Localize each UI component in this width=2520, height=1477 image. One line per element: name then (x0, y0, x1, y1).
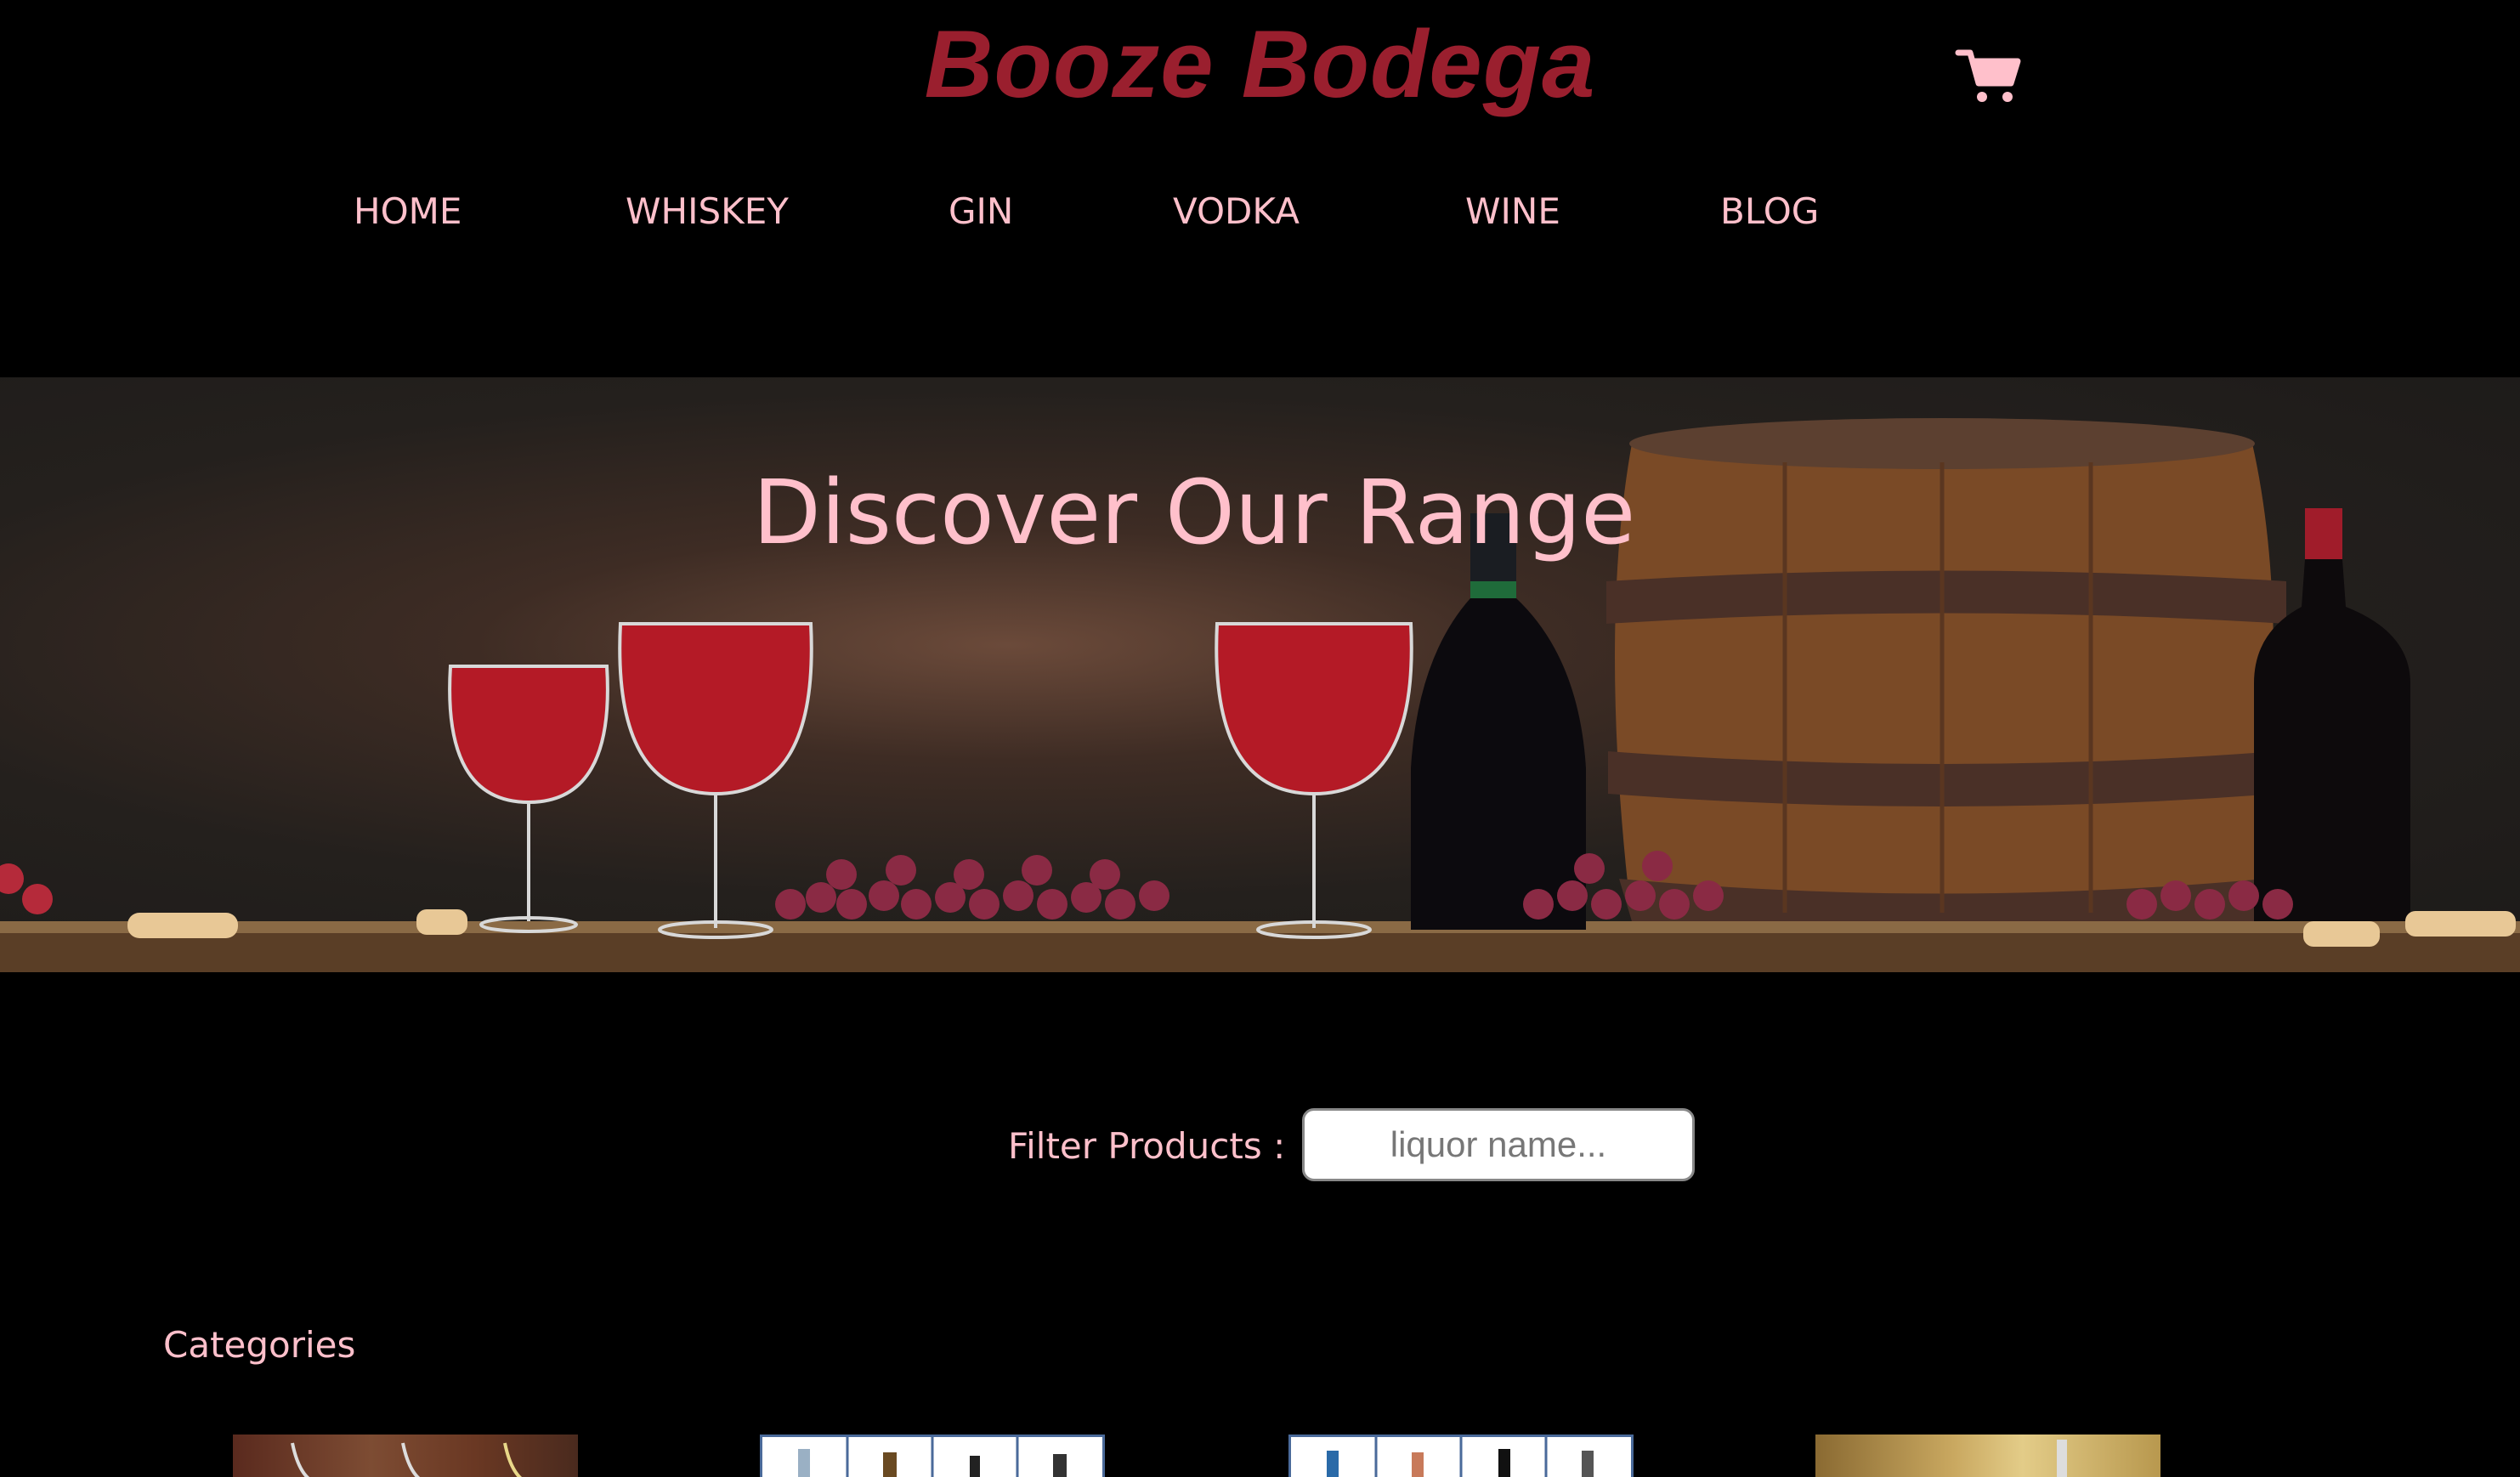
nav-item-wine[interactable]: WINE (1465, 182, 1560, 241)
brand-logo[interactable]: Booze Bodega (0, 5, 2520, 124)
main-nav: HOME WHISKEY GIN VODKA WINE BLOG (0, 182, 2520, 241)
shopping-cart-icon (1955, 49, 2021, 102)
hero-banner: Discover Our Range (0, 377, 2520, 972)
page: Booze Bodega HOME WHISKEY GIN VODKA WINE… (0, 0, 2520, 1477)
category-thumb-vodka[interactable] (1288, 1435, 1634, 1477)
nav-item-vodka[interactable]: VODKA (1173, 182, 1300, 241)
filter-bar: Filter Products : (0, 1108, 2520, 1185)
nav-item-gin[interactable]: GIN (949, 182, 1013, 241)
hero-title: Discover Our Range (752, 461, 1636, 564)
category-thumb-spirits[interactable] (760, 1435, 1105, 1477)
categories-heading: Categories (163, 1324, 356, 1366)
nav-item-whiskey[interactable]: WHISKEY (626, 182, 789, 241)
category-thumb-whiskey[interactable] (1815, 1435, 2160, 1477)
bottle-image (2057, 1440, 2067, 1477)
category-thumb-wine[interactable] (233, 1435, 578, 1477)
nav-item-home[interactable]: HOME (354, 182, 462, 241)
bottles-image (798, 1437, 1067, 1477)
nav-item-blog[interactable]: BLOG (1720, 182, 1819, 241)
cart-button[interactable] (1955, 46, 2023, 107)
filter-input[interactable] (1302, 1108, 1695, 1181)
bottles-image (1327, 1437, 1594, 1477)
filter-label: Filter Products : (1008, 1125, 1286, 1167)
wine-glasses-image (291, 1442, 523, 1477)
